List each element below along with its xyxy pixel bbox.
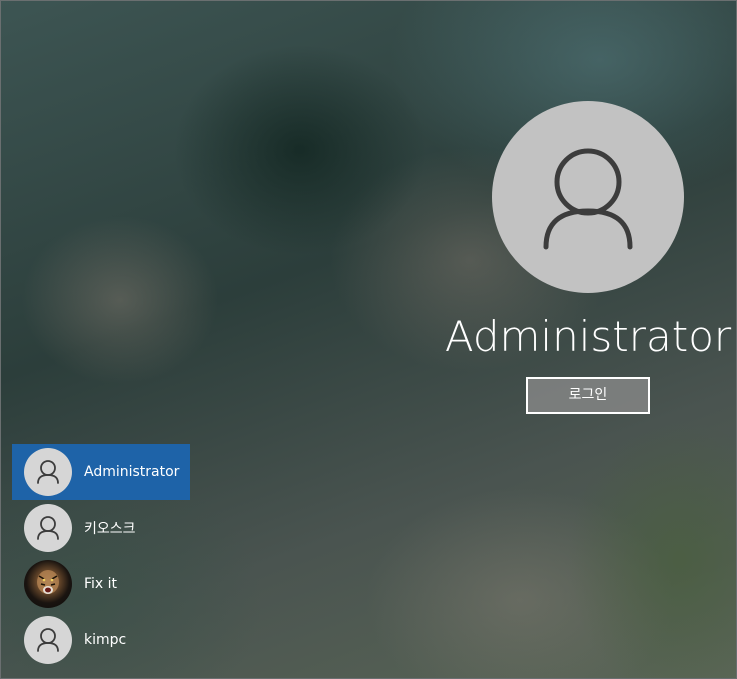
user-item-label: kimpc: [84, 632, 127, 648]
person-icon: [37, 460, 59, 484]
user-avatar: [24, 504, 72, 552]
tiger-photo: [37, 570, 59, 594]
selected-user-name: Administrator: [444, 312, 732, 361]
user-item-kimpc[interactable]: kimpc: [12, 612, 190, 668]
person-icon: [543, 148, 633, 250]
user-avatar: [24, 616, 72, 664]
user-item-fix-it[interactable]: Fix it: [12, 556, 190, 612]
login-button[interactable]: 로그인: [526, 377, 650, 414]
tiger-photo-avatar: [24, 560, 72, 608]
user-item-label: Fix it: [84, 576, 118, 592]
user-item-label: Administrator: [84, 464, 180, 480]
user-switcher-list: Administrator 키오스크 Fix it kimpc: [12, 444, 190, 668]
selected-user-avatar: [492, 101, 684, 293]
person-icon: [37, 628, 59, 652]
user-item-administrator[interactable]: Administrator: [12, 444, 190, 500]
user-avatar: [24, 448, 72, 496]
user-item-label: 키오스크: [84, 521, 136, 537]
user-item-kiosk[interactable]: 키오스크: [12, 500, 190, 556]
person-icon: [37, 516, 59, 540]
